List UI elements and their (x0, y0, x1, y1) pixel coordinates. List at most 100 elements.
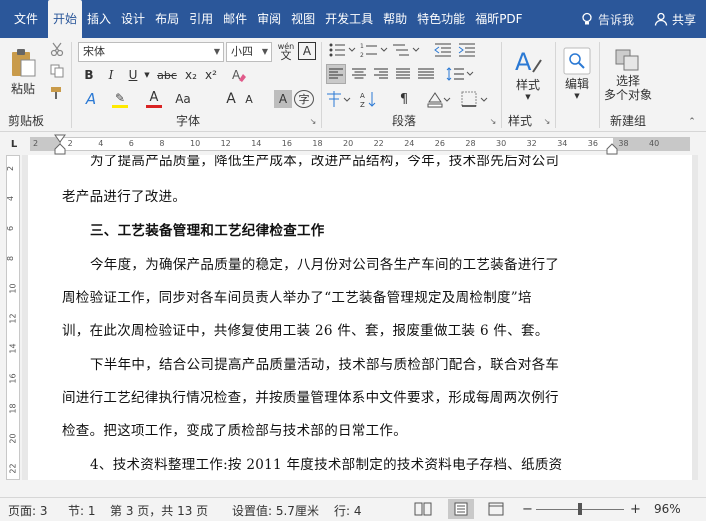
status-page-count[interactable]: 第 3 页，共 13 页 (110, 502, 208, 519)
tab-review[interactable]: 审阅 (252, 0, 286, 38)
char-border-button[interactable]: A (298, 42, 316, 60)
tab-file[interactable]: 文件 (0, 0, 48, 38)
tab-mailings[interactable]: 邮件 (218, 0, 252, 38)
web-layout-icon[interactable] (488, 502, 504, 516)
subscript-button[interactable]: x₂ (182, 66, 200, 84)
editing-button[interactable]: 编辑 ▼ (558, 42, 596, 104)
chevron-down-icon: ▼ (261, 47, 268, 56)
tab-foxit-pdf[interactable]: 福昕PDF (470, 0, 527, 38)
tell-me-box[interactable]: 告诉我 (570, 11, 644, 28)
styles-group-label: 样式 (508, 114, 533, 128)
char-border-label: A (302, 44, 312, 58)
status-page[interactable]: 页面: 3 (8, 502, 48, 519)
ruler-tick-label: 28 (465, 139, 476, 148)
increase-indent-icon[interactable] (458, 42, 476, 58)
copy-icon[interactable] (50, 64, 64, 78)
ruler-tick-label: 10 (190, 139, 201, 148)
align-right-icon[interactable] (374, 68, 388, 80)
bullets-icon[interactable] (328, 42, 356, 58)
status-section[interactable]: 节: 1 (68, 502, 96, 519)
phonetic-guide-button[interactable]: wén 文 (276, 40, 296, 62)
zoom-level[interactable]: 96% (654, 502, 681, 516)
dialog-launcher-icon[interactable]: ↘ (488, 116, 498, 126)
multilevel-list-icon[interactable] (392, 42, 420, 58)
clear-formatting-icon[interactable]: A (230, 66, 248, 84)
enclose-char-button[interactable]: 字 (294, 90, 314, 108)
vertical-ruler-tick-label: 14 (8, 343, 18, 354)
line-spacing-icon[interactable] (446, 66, 474, 82)
ruler-tick-label: 20 (343, 139, 354, 148)
highlight-button[interactable]: ✎ (110, 89, 130, 109)
styles-button[interactable]: A 样式 ▼ (508, 42, 548, 104)
tab-insert[interactable]: 插入 (82, 0, 116, 38)
decrease-indent-icon[interactable] (434, 42, 452, 58)
new-group: 选择 多个对象 新建组 (600, 38, 660, 132)
show-marks-button[interactable]: ¶ (392, 90, 416, 108)
bold-button[interactable]: B (80, 66, 98, 84)
read-mode-icon[interactable] (414, 502, 432, 516)
zoom-in-button[interactable]: + (630, 502, 641, 517)
tab-home[interactable]: 开始 (48, 0, 83, 38)
share-button[interactable]: 共享 (644, 11, 706, 28)
tab-layout[interactable]: 布局 (150, 0, 184, 38)
numbering-icon[interactable]: 12 (360, 42, 388, 58)
select-objects-button[interactable]: 选择 多个对象 (600, 42, 656, 108)
zoom-out-button[interactable]: − (522, 502, 533, 517)
hanging-indent-marker[interactable] (54, 143, 66, 155)
tab-view[interactable]: 视图 (286, 0, 320, 38)
tab-help[interactable]: 帮助 (378, 0, 412, 38)
right-indent-marker[interactable] (606, 143, 618, 155)
distributed-icon[interactable] (418, 68, 434, 80)
dialog-launcher-icon[interactable]: ↘ (308, 116, 318, 126)
tab-features[interactable]: 特色功能 (412, 0, 470, 38)
cut-icon[interactable] (50, 42, 64, 56)
paragraph-line: 检查。把这项工作，变成了质检部与技术部的日常工作。 (62, 423, 407, 439)
font-group: 宋体 ▼ 小四 ▼ wén 文 A B I U ▼ abc x₂ x² A A ✎ A… (72, 38, 320, 132)
tab-references[interactable]: 引用 (184, 0, 218, 38)
ribbon: 粘贴 剪贴板 宋体 ▼ 小四 ▼ wén 文 A B I U ▼ abc x₂ x² … (0, 38, 706, 132)
shading-icon[interactable] (426, 90, 452, 108)
char-shading-button[interactable]: A (274, 90, 292, 108)
align-center-icon[interactable] (352, 68, 366, 80)
vertical-scrollbar[interactable] (698, 155, 706, 480)
underline-button[interactable]: U (124, 66, 142, 84)
borders-icon[interactable] (460, 90, 490, 108)
document-page[interactable]: 为了提高产品质量，降低生产成本，改进产品结构，今年，技术部先后对公司 老产品进行… (28, 155, 692, 480)
ruler-tick-label: 4 (98, 139, 104, 148)
superscript-button[interactable]: x² (202, 66, 220, 84)
justify-icon[interactable] (396, 68, 410, 80)
strikethrough-button[interactable]: abc (154, 66, 180, 84)
font-size-combo[interactable]: 小四 ▼ (226, 42, 272, 62)
horizontal-scrollbar[interactable] (22, 480, 698, 497)
text-effects-icon[interactable]: A (80, 89, 102, 109)
status-setting[interactable]: 设置值: 5.7厘米 (232, 502, 319, 519)
italic-button[interactable]: I (102, 66, 120, 84)
tab-selector[interactable]: L (6, 137, 22, 151)
collapse-ribbon-icon[interactable]: ⌃ (686, 116, 698, 128)
grow-font-button[interactable]: A (222, 89, 240, 109)
tab-developer[interactable]: 开发工具 (320, 0, 378, 38)
sort-icon[interactable]: AZ (360, 90, 386, 108)
chevron-down-icon[interactable]: ▼ (142, 66, 152, 84)
vertical-ruler-tick-label: 4 (6, 195, 16, 202)
tab-design[interactable]: 设计 (116, 0, 150, 38)
vertical-ruler-bar[interactable]: 2 4 6 8 10 12 14 16 18 20 22 (6, 155, 20, 480)
status-row[interactable]: 行: 4 (334, 502, 362, 519)
print-layout-button[interactable] (448, 499, 474, 519)
editing-button-label: 编辑 (564, 76, 589, 91)
format-painter-icon[interactable] (50, 86, 64, 100)
ruler-tick-label: 8 (159, 139, 165, 148)
font-name-combo[interactable]: 宋体 ▼ (78, 42, 224, 62)
zoom-slider-thumb[interactable] (578, 503, 582, 515)
shrink-font-button[interactable]: A (240, 89, 258, 109)
ruler-bar[interactable]: 2 2 4 6 8 10 12 14 16 18 20 22 24 26 28 30 32 34 36 38 40 (30, 137, 690, 151)
highlight-color-bar (112, 104, 128, 108)
paste-button[interactable]: 粘贴 (6, 44, 40, 100)
ruler-tick-label: 2 (67, 139, 73, 148)
font-color-button[interactable]: A (144, 89, 164, 109)
dialog-launcher-icon[interactable]: ↘ (542, 116, 552, 126)
change-case-button[interactable]: Aa (170, 89, 196, 109)
chinese-layout-icon[interactable] (326, 90, 352, 108)
vertical-ruler-tick-label: 8 (6, 255, 16, 262)
align-left-button[interactable] (326, 64, 346, 84)
